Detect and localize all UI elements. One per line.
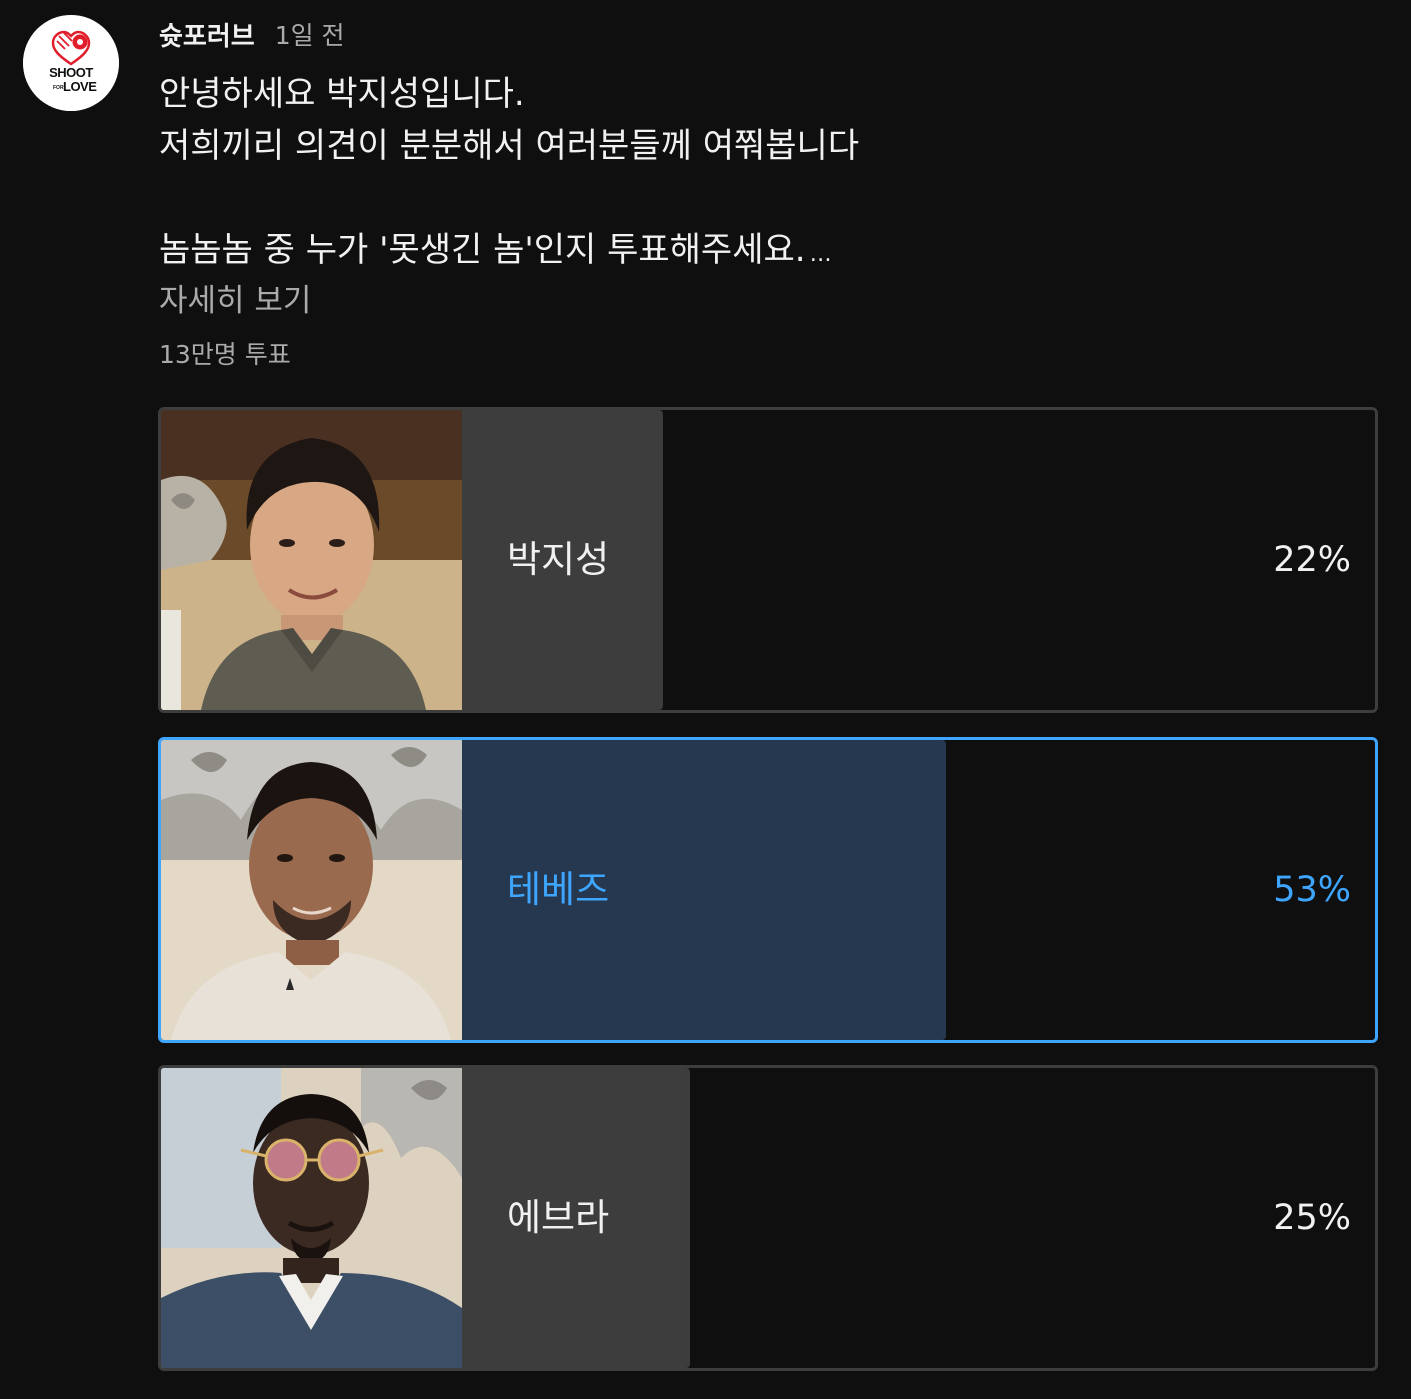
option-photo-evra	[161, 1068, 462, 1368]
option-label: 박지성	[507, 538, 610, 581]
option-percent: 22%	[1273, 540, 1351, 580]
truncation-ellipsis: …	[809, 242, 832, 267]
shoot-for-love-logo-icon: SHOOT FOR LOVE	[23, 15, 119, 111]
post-time[interactable]: 1일 전	[275, 16, 345, 52]
poll-option-tevez[interactable]: 테베즈 53%	[158, 737, 1378, 1043]
svg-text:LOVE: LOVE	[63, 79, 97, 94]
option-percent: 53%	[1273, 870, 1351, 910]
post-line-text: 놈놈놈 중 누가 '못생긴 놈'인지 투표해주세요.	[159, 230, 806, 270]
read-more-link[interactable]: 자세히 보기	[159, 277, 311, 325]
option-photo-park-ji-sung	[161, 410, 462, 710]
channel-avatar[interactable]: SHOOT FOR LOVE	[23, 15, 119, 111]
option-label: 에브라	[507, 1196, 610, 1239]
poll-option-park-ji-sung[interactable]: 박지성 22%	[158, 407, 1378, 713]
poll-vote-count: 13만명 투표	[159, 340, 291, 369]
option-label: 테베즈	[507, 868, 610, 911]
channel-name[interactable]: 슛포러브	[159, 16, 255, 53]
post-line: 안녕하세요 박지성입니다.	[159, 74, 525, 114]
svg-text:SHOOT: SHOOT	[49, 65, 93, 80]
post-line: 저희끼리 의견이 분분해서 여러분들께 여쭤봅니다	[159, 126, 860, 166]
option-percent: 25%	[1273, 1198, 1351, 1238]
option-photo-tevez	[161, 740, 462, 1040]
post-line	[159, 172, 1359, 224]
post-text: 안녕하세요 박지성입니다. 저희끼리 의견이 분분해서 여러분들께 여쭤봅니다 …	[159, 68, 1359, 276]
post-header: 슛포러브 1일 전	[159, 14, 345, 54]
post-line: 놈놈놈 중 누가 '못생긴 놈'인지 투표해주세요.…	[159, 224, 1359, 276]
poll-option-evra[interactable]: 에브라 25%	[158, 1065, 1378, 1371]
